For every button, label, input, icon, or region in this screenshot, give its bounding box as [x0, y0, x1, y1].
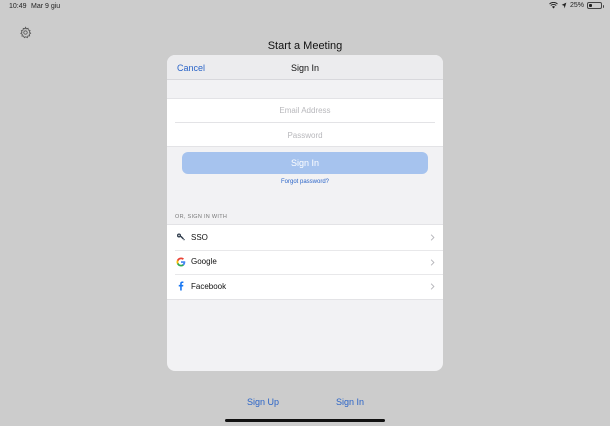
sign-in-modal: Cancel Sign In Sign In Forgot password? … — [167, 55, 443, 371]
wifi-icon — [549, 2, 558, 9]
chevron-right-icon — [430, 283, 435, 290]
modal-title: Sign In — [290, 63, 320, 73]
sso-row[interactable]: SSO — [167, 225, 443, 250]
chevron-right-icon — [430, 234, 435, 241]
google-label: Google — [191, 257, 217, 267]
password-field[interactable] — [175, 123, 435, 147]
provider-list: SSO Google Facebook — [167, 224, 443, 300]
home-indicator — [225, 419, 385, 422]
battery-icon — [587, 2, 604, 9]
google-row[interactable]: Google — [167, 249, 443, 275]
sso-label: SSO — [191, 232, 208, 242]
sign-up-link[interactable]: Sign Up — [247, 397, 279, 407]
facebook-row[interactable]: Facebook — [167, 274, 443, 299]
email-field[interactable] — [175, 99, 435, 123]
location-arrow-icon — [561, 2, 567, 9]
modal-header: Cancel Sign In — [167, 55, 443, 80]
facebook-icon — [176, 281, 186, 291]
sign-in-form — [167, 98, 443, 147]
sign-in-link[interactable]: Sign In — [336, 397, 364, 407]
forgot-password-link[interactable]: Forgot password? — [167, 179, 443, 185]
google-icon — [176, 257, 186, 267]
status-indicators: 25% — [549, 2, 604, 9]
status-date: Mar 9 giu — [31, 3, 61, 10]
gear-icon[interactable] — [19, 26, 32, 39]
sign-in-button[interactable]: Sign In — [182, 152, 428, 174]
page-title: Start a Meeting — [267, 40, 343, 52]
chevron-right-icon — [430, 258, 435, 266]
battery-percent: 25% — [569, 2, 584, 9]
battery-fill — [589, 4, 592, 7]
facebook-label: Facebook — [191, 281, 227, 291]
status-bar: 10:49 Mar 9 giu 25% — [0, 0, 610, 13]
key-icon — [176, 232, 186, 242]
status-time: 10:49 — [9, 3, 27, 10]
or-sign-in-with-label: OR, SIGN IN WITH — [175, 214, 228, 220]
